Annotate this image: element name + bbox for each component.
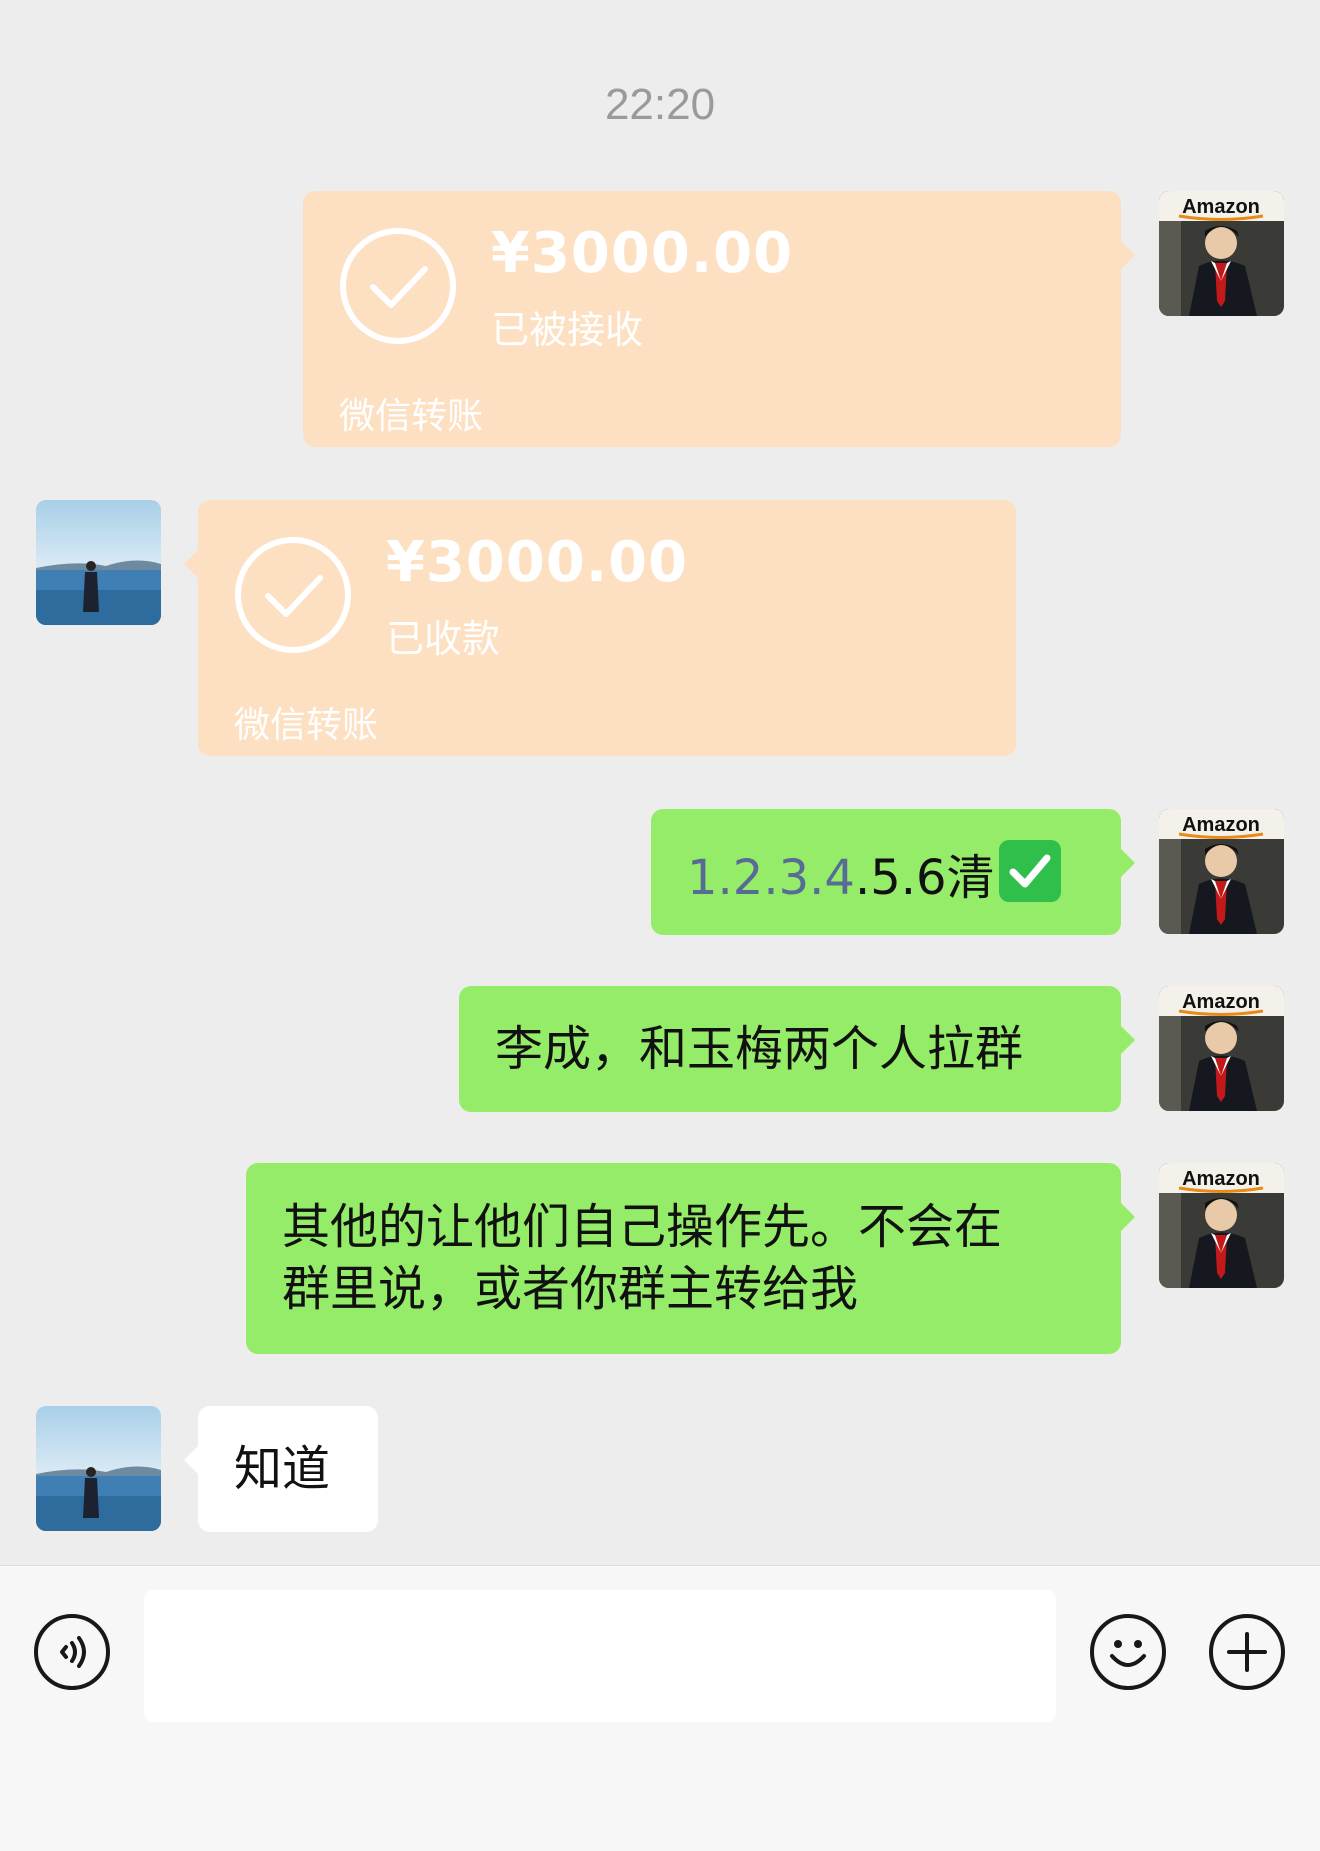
- contact-avatar[interactable]: [36, 1406, 161, 1531]
- transfer-status: 已被接收: [491, 308, 644, 352]
- svg-text:Amazon: Amazon: [1182, 1168, 1260, 1190]
- plus-button[interactable]: [1209, 1614, 1285, 1690]
- check-emoji-icon: [998, 840, 1061, 902]
- my-avatar[interactable]: Amazon: [1159, 986, 1284, 1111]
- message-input[interactable]: [144, 1590, 1056, 1722]
- chat-timestamp: 22:20: [604, 80, 716, 129]
- message-bubble[interactable]: 1.2.3.4.5.6清: [651, 809, 1135, 935]
- message-text-line: 群里说，或者你群主转给我: [282, 1261, 859, 1317]
- voice-button[interactable]: [34, 1614, 110, 1690]
- transfer-label: 微信转账: [339, 396, 484, 437]
- phone-number-link[interactable]: 1.2.3.4: [687, 850, 855, 906]
- my-avatar[interactable]: Amazon: [1159, 809, 1284, 934]
- my-avatar[interactable]: Amazon: [1159, 1163, 1284, 1288]
- transfer-amount: ¥3000.00: [491, 221, 794, 286]
- contact-avatar[interactable]: [36, 500, 161, 625]
- emoji-button[interactable]: [1090, 1614, 1166, 1690]
- transfer-amount: ¥3000.00: [386, 530, 689, 595]
- transfer-status: 已收款: [386, 617, 501, 661]
- message-text: 李成，和玉梅两个人拉群: [495, 1021, 1024, 1077]
- svg-text:Amazon: Amazon: [1182, 991, 1260, 1013]
- my-avatar[interactable]: Amazon: [1159, 191, 1284, 316]
- message-bubble[interactable]: 其他的让他们自己操作先。不会在 群里说，或者你群主转给我: [246, 1163, 1135, 1354]
- message-bubble[interactable]: 李成，和玉梅两个人拉群: [459, 986, 1135, 1112]
- plus-icon: [1227, 1632, 1267, 1672]
- message-text-line: 其他的让他们自己操作先。不会在: [282, 1199, 1003, 1255]
- check-circle-icon: [235, 537, 351, 653]
- transfer-card-received[interactable]: ¥3000.00 已收款 微信转账: [184, 500, 1016, 756]
- message-text: 知道: [234, 1441, 331, 1497]
- svg-text:Amazon: Amazon: [1182, 814, 1260, 836]
- transfer-label: 微信转账: [234, 705, 379, 746]
- voice-icon: [60, 1636, 86, 1668]
- chat-input-bar: [0, 1565, 1320, 1851]
- message-text: .5.6清: [854, 850, 995, 906]
- emoji-icon: [1110, 1640, 1146, 1667]
- svg-text:Amazon: Amazon: [1182, 196, 1260, 218]
- transfer-card-sent[interactable]: ¥3000.00 已被接收 微信转账: [303, 191, 1135, 447]
- message-bubble[interactable]: 知道: [184, 1406, 378, 1532]
- check-circle-icon: [340, 228, 456, 344]
